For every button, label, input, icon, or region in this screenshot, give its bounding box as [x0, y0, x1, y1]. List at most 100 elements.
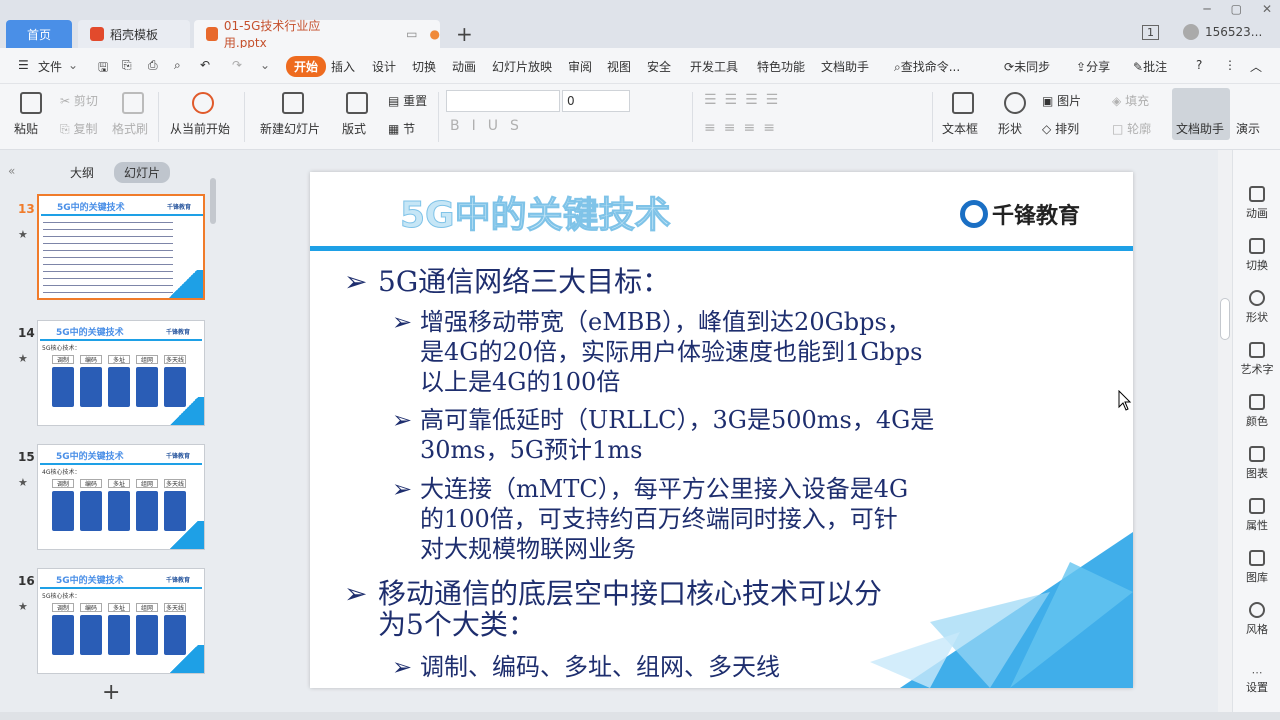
bullet-1[interactable]: ➢ 5G通信网络三大目标：: [344, 266, 670, 297]
slide-thumbnail-13[interactable]: 5G中的关键技术 千锋教育: [37, 194, 205, 300]
properties-panel-button[interactable]: 属性: [1233, 498, 1280, 533]
tab-slides[interactable]: 幻灯片: [114, 162, 171, 183]
collapse-ribbon-icon[interactable]: ︿: [1250, 58, 1262, 75]
menu-transition[interactable]: 切换: [412, 58, 436, 75]
undo-icon[interactable]: ↶: [200, 58, 210, 72]
menu-developer[interactable]: 开发工具: [690, 58, 738, 75]
paste-button[interactable]: 粘贴: [14, 120, 38, 137]
doc-helper-button[interactable]: 文档助手: [1172, 88, 1230, 140]
picture-button[interactable]: ▣ 图片: [1042, 92, 1081, 109]
new-tab-button[interactable]: +: [456, 22, 473, 46]
chevron-down-icon[interactable]: ⌄: [68, 58, 78, 72]
layout-button[interactable]: 版式: [342, 120, 366, 137]
help-icon[interactable]: ?: [1196, 58, 1202, 72]
menu-file[interactable]: 文件: [38, 58, 62, 75]
menu-security[interactable]: 安全: [647, 58, 671, 75]
fill-button[interactable]: ◈ 填充: [1112, 92, 1149, 109]
arrange-button[interactable]: ◇ 排列: [1042, 120, 1079, 137]
list-format-buttons[interactable]: ☰☰☰☰: [704, 92, 786, 108]
menu-features[interactable]: 特色功能: [757, 58, 805, 75]
user-area[interactable]: 1 156523...: [1142, 24, 1262, 40]
close-icon[interactable]: ✕: [1262, 2, 1272, 16]
font-family-select[interactable]: [446, 90, 560, 112]
bullet-1-2[interactable]: ➢ 高可靠低延时（URLLC），3G是500ms，4G是 30ms，5G预计1ms: [392, 405, 934, 465]
quick-access-dropdown-icon[interactable]: ⌄: [260, 58, 270, 72]
sync-icon: ⟳: [1004, 60, 1015, 74]
export-icon[interactable]: ⎘: [122, 58, 132, 73]
slide-title[interactable]: 5G中的关键技术: [400, 186, 672, 238]
wordart-panel-button[interactable]: 艺术字: [1233, 342, 1280, 377]
menu-animation[interactable]: 动画: [452, 58, 476, 75]
tab-pptx-file[interactable]: 01-5G技术行业应用.pptx ▭ ●: [194, 19, 440, 50]
color-panel-button[interactable]: 颜色: [1233, 394, 1280, 429]
gallery-panel-button[interactable]: 图库: [1233, 550, 1280, 585]
bullet-2[interactable]: ➢ 移动通信的底层空中接口核心技术可以分 为5个大类：: [344, 578, 882, 640]
chart-panel-button[interactable]: 图表: [1233, 446, 1280, 481]
new-slide-button[interactable]: 新建幻灯片: [260, 120, 320, 137]
cut-button[interactable]: ✂ 剪切: [60, 92, 98, 109]
format-painter-icon[interactable]: [122, 92, 144, 114]
play-from-current-icon[interactable]: [192, 92, 214, 114]
presentation-button[interactable]: 演示: [1236, 120, 1260, 137]
tab-window-icon[interactable]: ▭: [406, 27, 417, 41]
user-name[interactable]: 156523...: [1205, 25, 1262, 39]
current-slide[interactable]: 5G中的关键技术 千锋教育 ➢ 5G通信网络三大目标： ➢ 增强移动带宽（eMBB）…: [310, 172, 1133, 688]
redo-icon[interactable]: ↷: [232, 58, 242, 72]
more-icon[interactable]: ⋮: [1224, 58, 1236, 72]
bullet-2-1[interactable]: ➢ 调制、编码、多址、组网、多天线: [392, 652, 780, 682]
transition-panel-button[interactable]: 切换: [1233, 238, 1280, 273]
slide-thumbnail-14[interactable]: 5G中的关键技术 千锋教育 5G核心技术： 调制 编码 多址 组网 多天线: [37, 320, 205, 426]
annotate-button[interactable]: ✎批注: [1133, 58, 1167, 75]
copy-button[interactable]: ⎘ 复制: [60, 120, 97, 137]
hamburger-icon[interactable]: ☰: [18, 58, 29, 72]
save-icon[interactable]: 🖫: [98, 58, 108, 79]
style-panel-button[interactable]: 风格: [1233, 602, 1280, 637]
align-buttons[interactable]: ≡≡≡≡: [704, 120, 783, 136]
tab-outline[interactable]: 大纲: [60, 162, 104, 183]
menu-start[interactable]: 开始: [286, 56, 327, 77]
font-size-select[interactable]: 0: [562, 90, 630, 112]
menu-view[interactable]: 视图: [607, 58, 631, 75]
animation-panel-button[interactable]: 动画: [1233, 186, 1280, 221]
collapse-panel-icon[interactable]: «: [8, 164, 15, 178]
format-painter-button[interactable]: 格式刷: [112, 120, 148, 137]
canvas-scrollbar-thumb[interactable]: [1220, 298, 1230, 340]
slide-thumbnail-15[interactable]: 5G中的关键技术 千锋教育 4G核心技术： 调制 编码 多址 组网 多天线: [37, 444, 205, 550]
tab-daoke[interactable]: 稻壳模板: [78, 20, 190, 48]
shape-icon[interactable]: [1004, 92, 1026, 114]
print-preview-icon[interactable]: ⌕: [174, 58, 181, 73]
settings-panel-button[interactable]: ⋯ 设置: [1233, 666, 1280, 695]
add-slide-button[interactable]: +: [102, 680, 120, 705]
canvas-scrollbar-track[interactable]: [1218, 150, 1232, 712]
menu-design[interactable]: 设计: [372, 58, 396, 75]
reset-button[interactable]: ▤ 重置: [388, 92, 427, 109]
new-slide-icon[interactable]: [282, 92, 304, 114]
menu-slideshow[interactable]: 幻灯片放映: [492, 58, 552, 75]
window-count-badge[interactable]: 1: [1142, 24, 1159, 40]
menu-review[interactable]: 审阅: [568, 58, 592, 75]
tab-home[interactable]: 首页: [6, 20, 72, 48]
maximize-icon[interactable]: ▢: [1231, 2, 1242, 16]
avatar[interactable]: [1183, 24, 1199, 40]
paste-icon[interactable]: [20, 92, 42, 114]
shape-panel-button[interactable]: 形状: [1233, 290, 1280, 325]
textbox-icon[interactable]: [952, 92, 974, 114]
slide-thumbnail-16[interactable]: 5G中的关键技术 千锋教育 5G核心技术： 调制 编码 多址 组网 多天线: [37, 568, 205, 674]
bullet-1-1[interactable]: ➢ 增强移动带宽（eMBB），峰值到达20Gbps， 是4G的20倍，实际用户体验速…: [392, 307, 922, 397]
section-button[interactable]: ▦ 节: [388, 120, 415, 137]
layout-icon[interactable]: [346, 92, 368, 114]
shape-button[interactable]: 形状: [998, 120, 1022, 137]
font-style-buttons[interactable]: BIUS: [450, 118, 531, 134]
search-command[interactable]: ⌕查找命令...: [894, 58, 960, 75]
textbox-button[interactable]: 文本框: [942, 120, 978, 137]
panel-scrollbar[interactable]: [210, 178, 216, 224]
bullet-1-3[interactable]: ➢ 大连接（mMTC），每平方公里接入设备是4G 的100倍，可支持约百万终端同时接…: [392, 474, 908, 564]
from-current-button[interactable]: 从当前开始: [170, 120, 230, 137]
print-icon[interactable]: ⎙: [148, 58, 158, 73]
outline-button[interactable]: □ 轮廓: [1112, 120, 1151, 137]
minimize-icon[interactable]: ─: [1203, 2, 1210, 16]
menu-doc-helper[interactable]: 文档助手: [821, 58, 869, 75]
menu-insert[interactable]: 插入: [331, 58, 355, 75]
sync-status[interactable]: ⟳未同步: [1004, 58, 1050, 75]
share-button[interactable]: ⇪分享: [1076, 58, 1110, 75]
